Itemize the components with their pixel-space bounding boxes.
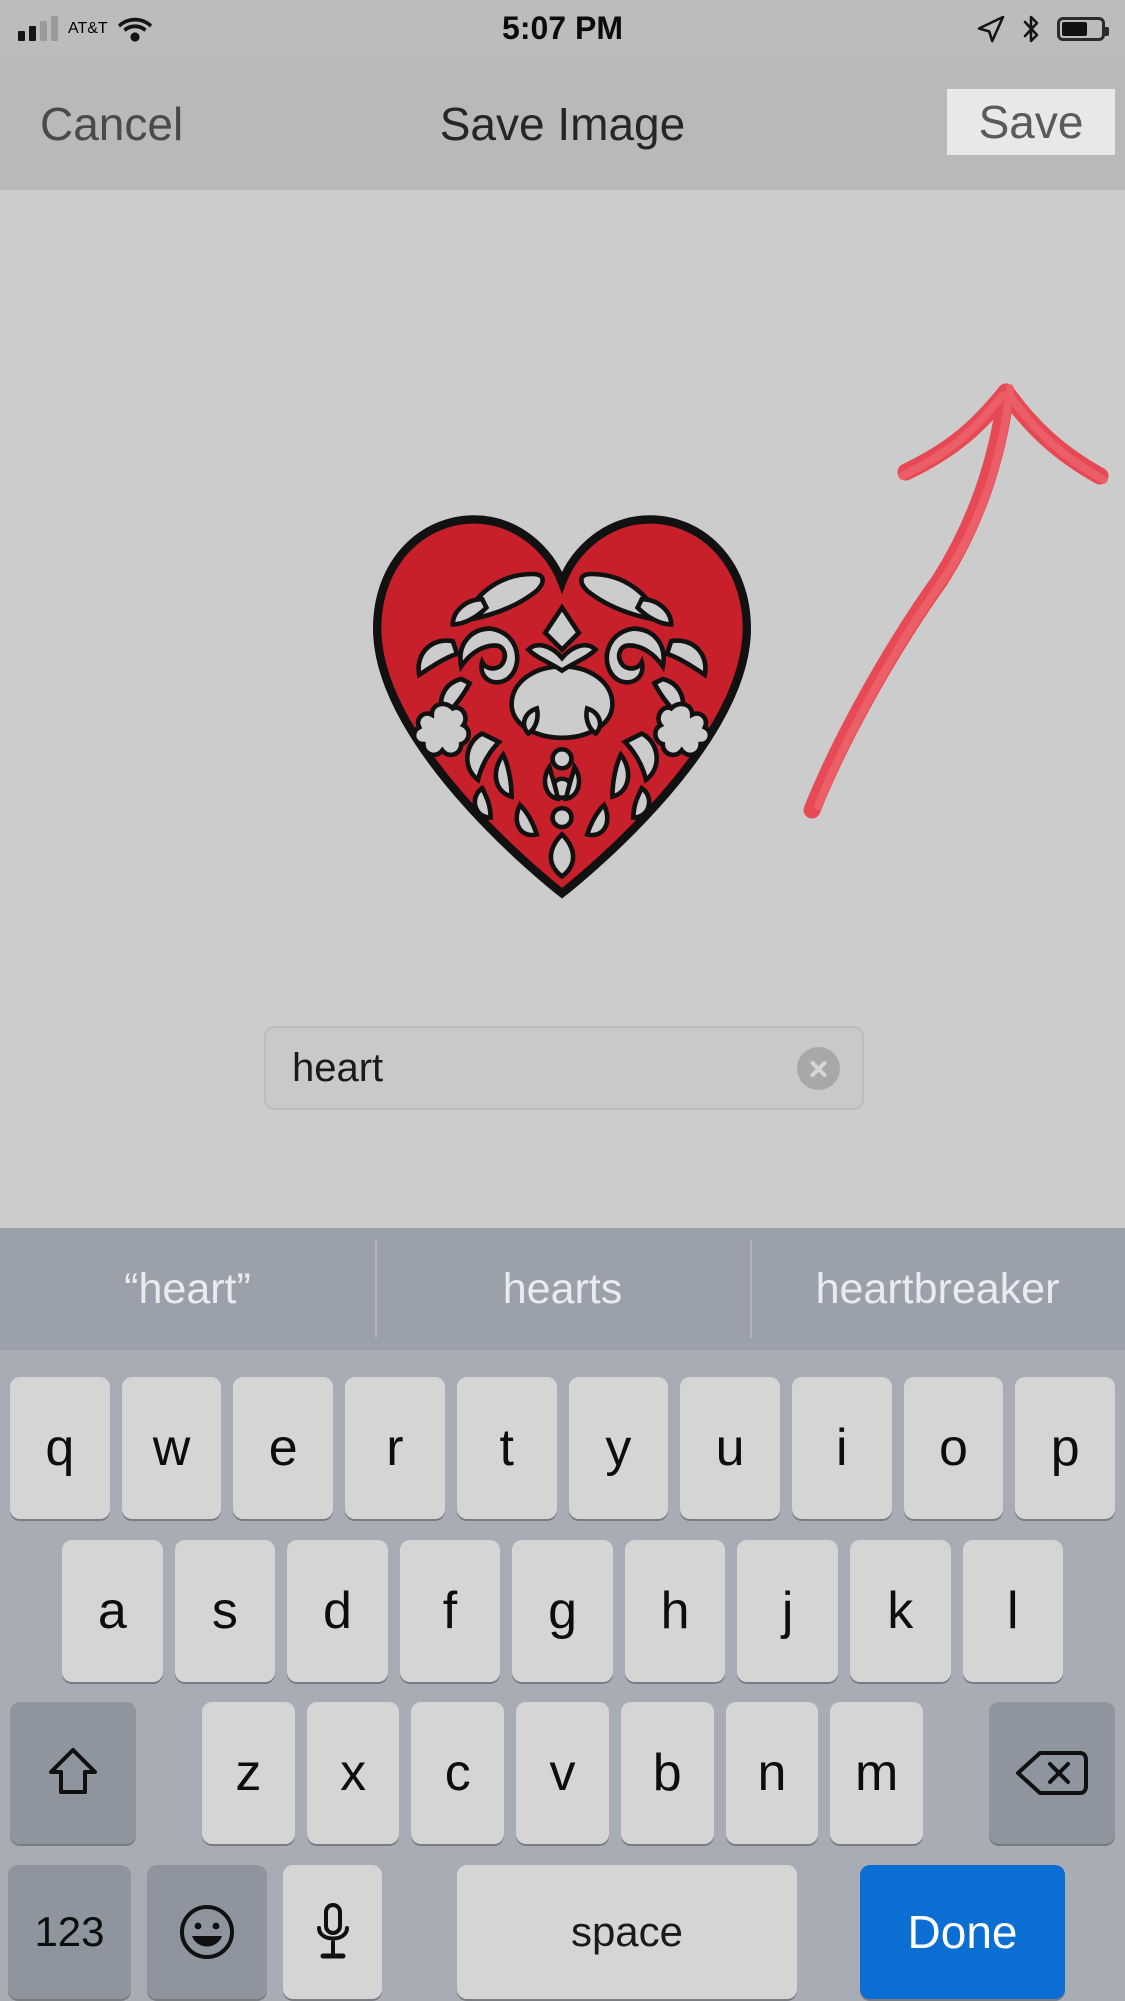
key-v[interactable]: v — [516, 1702, 609, 1844]
key-m[interactable]: m — [830, 1702, 924, 1844]
backspace-icon[interactable] — [989, 1702, 1116, 1844]
status-bar-right — [977, 0, 1109, 57]
key-a[interactable]: a — [62, 1540, 163, 1682]
image-name-field[interactable]: heart — [264, 1026, 864, 1110]
iphone-screen: AT&T 5:07 PM Cancel Save Image Save hear… — [0, 0, 1125, 2001]
content-area: heart — [0, 190, 1125, 1228]
key-n[interactable]: n — [725, 1702, 819, 1844]
numbers-key[interactable]: 123 — [8, 1865, 131, 1999]
key-e[interactable]: e — [233, 1377, 334, 1519]
key-w[interactable]: w — [121, 1377, 222, 1519]
key-l[interactable]: l — [962, 1540, 1064, 1682]
suggestion-1[interactable]: hearts — [375, 1228, 750, 1350]
key-o[interactable]: o — [903, 1377, 1004, 1519]
image-name-value: heart — [292, 1045, 384, 1090]
done-key[interactable]: Done — [860, 1865, 1065, 1999]
clock-label: 5:07 PM — [502, 10, 623, 46]
navigation-bar: Cancel Save Image Save — [0, 57, 1125, 191]
status-bar: AT&T 5:07 PM — [0, 0, 1125, 57]
key-q[interactable]: q — [10, 1377, 110, 1519]
key-j[interactable]: j — [737, 1540, 838, 1682]
keyboard-row-3: z x c v b n m — [0, 1702, 1125, 1844]
battery-icon — [1057, 16, 1109, 41]
key-k[interactable]: k — [849, 1540, 951, 1682]
key-x[interactable]: x — [306, 1702, 400, 1844]
key-z[interactable]: z — [202, 1702, 295, 1844]
keyboard-row-1: q w e r t y u i o p — [0, 1377, 1125, 1519]
location-arrow-icon — [977, 15, 1005, 43]
key-d[interactable]: d — [287, 1540, 388, 1682]
autocorrect-suggestion-bar: “heart” hearts heartbreaker — [0, 1228, 1125, 1350]
microphone-icon[interactable] — [283, 1865, 382, 1999]
key-h[interactable]: h — [624, 1540, 726, 1682]
space-key[interactable]: space — [457, 1865, 797, 1999]
key-b[interactable]: b — [620, 1702, 714, 1844]
key-rows: q w e r t y u i o p a s d f g h j k l z … — [0, 1350, 1125, 2001]
key-s[interactable]: s — [174, 1540, 276, 1682]
suggestion-0[interactable]: “heart” — [0, 1228, 375, 1350]
status-bar-center: 5:07 PM — [0, 0, 1125, 57]
key-p[interactable]: p — [1015, 1377, 1116, 1519]
save-button[interactable]: Save — [947, 89, 1115, 155]
clear-text-icon[interactable] — [797, 1047, 840, 1090]
shift-icon[interactable] — [10, 1702, 136, 1844]
on-screen-keyboard: “heart” hearts heartbreaker q w e r t y … — [0, 1228, 1125, 2001]
bluetooth-icon — [1021, 14, 1041, 44]
key-r[interactable]: r — [345, 1377, 445, 1519]
keyboard-row-2: a s d f g h j k l — [0, 1540, 1125, 1682]
key-c[interactable]: c — [411, 1702, 505, 1844]
key-f[interactable]: f — [399, 1540, 501, 1682]
key-i[interactable]: i — [791, 1377, 892, 1519]
key-g[interactable]: g — [512, 1540, 613, 1682]
key-u[interactable]: u — [680, 1377, 780, 1519]
keyboard-row-4: 123 space Done — [0, 1865, 1125, 1999]
key-t[interactable]: t — [456, 1377, 557, 1519]
emoji-smiley-icon[interactable] — [147, 1865, 267, 1999]
key-y[interactable]: y — [568, 1377, 669, 1519]
suggestion-2[interactable]: heartbreaker — [750, 1228, 1125, 1350]
annotation-arrow-icon — [770, 180, 1125, 840]
heart-image — [352, 490, 772, 910]
